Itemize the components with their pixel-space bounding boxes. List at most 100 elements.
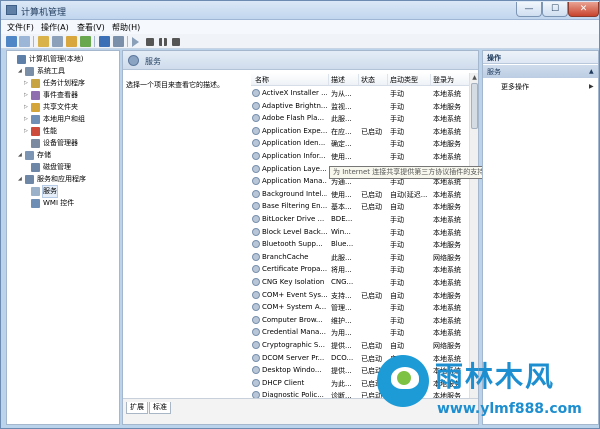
column-name[interactable]: 名称 xyxy=(255,75,269,85)
properties-icon[interactable] xyxy=(113,36,124,47)
collapse-arrow-icon[interactable]: ▲ xyxy=(589,68,594,75)
actions-title: 操作 xyxy=(487,54,501,62)
scroll-thumb[interactable] xyxy=(471,83,478,129)
expander-icon[interactable]: ▷ xyxy=(24,93,29,98)
service-row[interactable]: COM+ Event Sys... 支持... 已启动 自动 本地服务 xyxy=(251,289,469,302)
service-description: Blue... xyxy=(331,240,354,249)
column-startup-type[interactable]: 启动类型 xyxy=(390,75,418,85)
service-row[interactable]: Computer Brow... 维护... 手动 本地系统 xyxy=(251,314,469,327)
service-row[interactable]: Background Intel... 使用... 已启动 自动(延迟... 本地系统 xyxy=(251,188,469,201)
forward-icon[interactable] xyxy=(19,36,30,47)
service-startup-type: 手动 xyxy=(390,241,404,250)
service-name: ActiveX Installer ... xyxy=(262,89,327,97)
service-row[interactable]: BranchCache 此服... 手动 网络服务 xyxy=(251,251,469,264)
service-row[interactable]: Adobe Flash Pla... 此服... 手动 本地系统 xyxy=(251,112,469,125)
service-status: 已启动 xyxy=(361,127,382,136)
tree-item-label: 本地用户和组 xyxy=(43,115,85,123)
service-description: 确定... xyxy=(331,140,352,149)
refresh-icon[interactable] xyxy=(80,36,91,47)
menu-action[interactable]: 操作(A) xyxy=(41,22,69,33)
column-divider[interactable] xyxy=(328,74,329,85)
service-row[interactable]: Application Iden... 确定... 手动 本地服务 xyxy=(251,137,469,150)
back-icon[interactable] xyxy=(6,36,17,47)
scroll-up-arrow-icon[interactable]: ▲ xyxy=(470,73,479,82)
service-name: Computer Brow... xyxy=(262,315,323,324)
maximize-button[interactable]: ☐ xyxy=(542,2,568,17)
folder-icon xyxy=(31,103,40,112)
actions-section-services[interactable]: 服务 ▲ xyxy=(483,65,598,78)
service-gear-icon xyxy=(252,353,260,362)
perf-icon xyxy=(31,127,40,136)
expander-icon[interactable] xyxy=(10,57,15,62)
service-description: 使用... xyxy=(331,153,352,161)
column-divider[interactable] xyxy=(387,74,388,85)
more-actions-link[interactable]: 更多操作 xyxy=(501,82,529,92)
expander-icon[interactable] xyxy=(24,141,29,146)
service-startup-type: 手动 xyxy=(390,253,404,262)
service-row[interactable]: COM+ System A... 管理... 手动 本地系统 xyxy=(251,301,469,314)
show-hide-tree-icon[interactable] xyxy=(52,36,63,47)
expander-icon[interactable]: ▷ xyxy=(24,81,29,86)
close-button[interactable]: ✕ xyxy=(568,2,599,17)
service-description: 为用... xyxy=(331,329,352,338)
service-name: DHCP Client xyxy=(262,378,305,387)
service-name: Background Intel... xyxy=(262,189,327,198)
tab-standard[interactable]: 标准 xyxy=(149,402,171,414)
service-name: COM+ Event Sys... xyxy=(262,290,327,299)
service-description: DCO... xyxy=(331,353,354,362)
service-row[interactable]: Application Infor... 使用... 手动 本地系统 xyxy=(251,150,469,163)
service-startup-type: 自动 xyxy=(390,203,404,212)
expander-icon[interactable] xyxy=(24,201,29,206)
watermark: 雨林木风 www.ylmf888.com xyxy=(373,347,600,427)
service-logon-as: 本地系统 xyxy=(433,90,461,98)
tree-item-label: 磁盘管理 xyxy=(43,163,71,171)
service-name: BitLocker Drive ... xyxy=(262,215,325,223)
service-description: 为此... xyxy=(331,379,352,388)
column-divider[interactable] xyxy=(430,74,431,85)
up-folder-icon[interactable] xyxy=(38,36,49,47)
service-row[interactable]: ActiveX Installer ... 为从... 手动 本地系统 xyxy=(251,87,469,100)
menu-file[interactable]: 文件(F) xyxy=(7,22,34,33)
service-row[interactable]: Certificate Propa... 将用... 手动 本地系统 xyxy=(251,263,469,276)
service-row[interactable]: Application Expe... 在应... 已启动 手动 本地系统 xyxy=(251,125,469,138)
submenu-arrow-icon: ▶ xyxy=(589,83,594,90)
service-row[interactable]: CNG Key Isolation CNG... 手动 本地系统 xyxy=(251,276,469,289)
service-gear-icon xyxy=(252,202,260,211)
stop-service-icon[interactable] xyxy=(146,38,154,46)
expander-icon[interactable] xyxy=(24,189,29,194)
expander-icon[interactable]: ▷ xyxy=(24,129,29,134)
help-icon[interactable] xyxy=(99,36,110,47)
expander-icon[interactable]: ▷ xyxy=(24,105,29,110)
column-logon-as[interactable]: 登录为 xyxy=(433,75,454,85)
service-row[interactable]: Base Filtering En... 基本... 已启动 自动 本地服务 xyxy=(251,200,469,213)
expander-icon[interactable] xyxy=(24,165,29,170)
service-row[interactable]: Block Level Back... Win... 手动 本地系统 xyxy=(251,226,469,239)
service-startup-type: 手动 xyxy=(390,127,404,136)
minimize-button[interactable]: — xyxy=(516,2,542,17)
column-divider[interactable] xyxy=(358,74,359,85)
tree-item-label: 服务 xyxy=(42,185,58,198)
tree-item-label: 服务和应用程序 xyxy=(37,175,86,183)
expander-icon[interactable]: ◢ xyxy=(18,69,23,74)
service-row[interactable]: BitLocker Drive ... BDE... 手动 本地系统 xyxy=(251,213,469,226)
service-row[interactable]: Credential Mana... 为用... 手动 本地系统 xyxy=(251,326,469,339)
pause-service-icon[interactable] xyxy=(159,38,167,46)
menu-help[interactable]: 帮助(H) xyxy=(112,22,140,33)
start-service-icon[interactable] xyxy=(132,37,139,47)
service-row[interactable]: Bluetooth Supp... Blue... 手动 本地服务 xyxy=(251,238,469,251)
service-logon-as: 本地服务 xyxy=(433,291,461,300)
column-description[interactable]: 描述 xyxy=(331,75,345,85)
service-row[interactable]: Adaptive Brightn... 监视... 手动 本地服务 xyxy=(251,100,469,113)
column-status[interactable]: 状态 xyxy=(361,75,375,85)
export-list-icon[interactable] xyxy=(66,36,77,47)
menu-view[interactable]: 查看(V) xyxy=(77,22,105,33)
tab-extended[interactable]: 扩展 xyxy=(126,402,148,414)
expander-icon[interactable]: ◢ xyxy=(18,153,23,158)
expander-icon[interactable]: ▷ xyxy=(24,117,29,122)
service-description-tooltip: 为 Internet 连接共享提供第三方协议插件的支持 xyxy=(329,166,489,179)
services-title: 服务 xyxy=(145,57,161,66)
service-startup-type: 手动 xyxy=(390,216,404,224)
service-name: Cryptographic S... xyxy=(262,341,326,349)
expander-icon[interactable]: ◢ xyxy=(18,177,23,182)
restart-service-icon[interactable] xyxy=(172,38,180,46)
